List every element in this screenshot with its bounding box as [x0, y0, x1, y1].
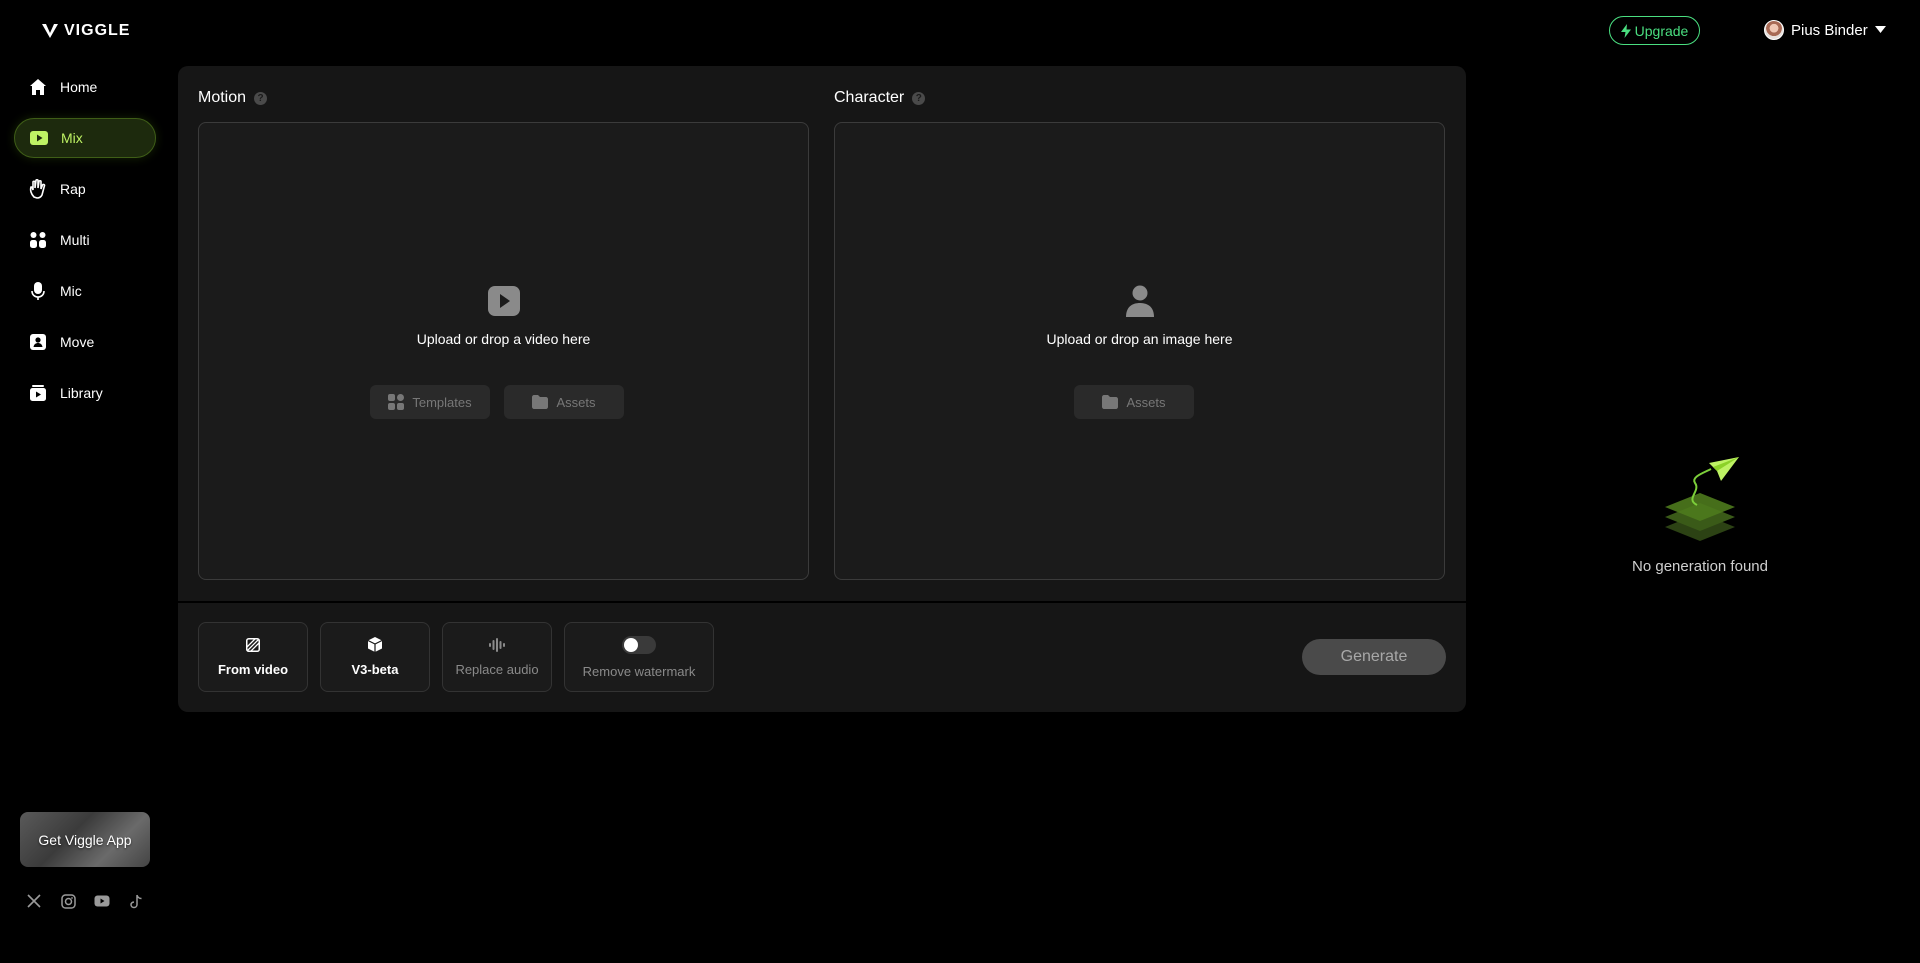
model-select-button[interactable]: V3-beta [320, 622, 430, 692]
remove-watermark-label: Remove watermark [582, 663, 696, 679]
divider [178, 601, 1466, 603]
upgrade-label: Upgrade [1634, 22, 1689, 39]
avatar [1764, 20, 1784, 40]
tiktok-icon[interactable] [126, 891, 146, 911]
generate-button[interactable]: Generate [1302, 639, 1446, 675]
motion-title: Motion [198, 89, 247, 106]
sidebar-item-home[interactable]: Home [14, 67, 156, 107]
sidebar-item-multi[interactable]: Multi [14, 220, 156, 260]
character-title: Character [834, 89, 905, 106]
mic-icon [28, 281, 48, 301]
templates-label: Templates [412, 394, 472, 410]
sidebar-item-move[interactable]: Move [14, 322, 156, 362]
instagram-icon[interactable] [58, 891, 78, 911]
sidebar-item-label: Move [60, 334, 95, 350]
sidebar-item-mix[interactable]: Mix [14, 118, 156, 158]
templates-button[interactable]: Templates [370, 385, 490, 419]
folder-icon [532, 395, 549, 409]
sidebar-item-label: Library [60, 385, 103, 401]
templates-icon [388, 394, 405, 410]
motion-assets-button[interactable]: Assets [504, 385, 624, 419]
no-generation-text: No generation found [1632, 558, 1768, 575]
library-icon [28, 383, 48, 403]
user-name: Pius Binder [1791, 21, 1868, 39]
sidebar-item-label: Multi [60, 232, 90, 248]
video-dropzone[interactable]: Upload or drop a video here Templates As… [198, 122, 809, 580]
remove-watermark-toggle[interactable] [622, 635, 656, 654]
upgrade-button[interactable]: Upgrade [1609, 16, 1700, 45]
move-icon [28, 332, 48, 352]
viggle-logo[interactable]: VIGGLE [42, 22, 130, 40]
sidebar-item-library[interactable]: Library [14, 373, 156, 413]
user-menu[interactable]: Pius Binder [1764, 20, 1886, 40]
character-section-title: Character ? [834, 89, 926, 107]
character-assets-button[interactable]: Assets [1074, 385, 1194, 419]
x-icon[interactable] [24, 891, 44, 911]
help-icon[interactable]: ? [912, 91, 926, 105]
mix-editor-card: Motion ? Character ? Upload or drop a vi… [178, 66, 1466, 712]
multi-icon [28, 230, 48, 250]
assets-label: Assets [1126, 394, 1166, 410]
motion-section-title: Motion ? [198, 89, 268, 107]
social-links [24, 891, 146, 911]
cube-icon [368, 637, 382, 652]
sidebar-item-rap[interactable]: Rap [14, 169, 156, 209]
empty-state: No generation found [1600, 455, 1800, 575]
person-icon [1124, 285, 1156, 317]
folder-icon [1102, 395, 1119, 409]
image-dropzone[interactable]: Upload or drop an image here Assets [834, 122, 1445, 580]
audio-wave-icon [489, 637, 505, 652]
help-icon[interactable]: ? [254, 91, 268, 105]
sidebar-item-label: Home [60, 79, 98, 95]
paper-plane-layers-icon [1665, 457, 1739, 541]
home-icon [28, 77, 48, 97]
remove-watermark-option: Remove watermark [564, 622, 714, 692]
from-video-button[interactable]: From video [198, 622, 308, 692]
sidebar-item-label: Mic [60, 283, 82, 299]
model-label: V3-beta [351, 662, 399, 677]
mix-icon [29, 128, 49, 148]
get-app-label: Get Viggle App [38, 831, 132, 848]
from-video-label: From video [217, 661, 289, 677]
replace-audio-label: Replace audio [455, 661, 539, 677]
video-play-icon [487, 286, 520, 316]
youtube-icon[interactable] [92, 891, 112, 911]
sidebar-item-label: Mix [61, 130, 83, 146]
upload-image-text: Upload or drop an image here [1046, 331, 1233, 347]
brand-name: VIGGLE [64, 22, 131, 39]
striped-square-icon [246, 637, 260, 652]
lightning-icon [1620, 23, 1631, 38]
rap-hand-icon [28, 179, 48, 199]
sidebar-item-label: Rap [60, 181, 86, 197]
replace-audio-button[interactable]: Replace audio [442, 622, 552, 692]
sidebar-item-mic[interactable]: Mic [14, 271, 156, 311]
upload-video-text: Upload or drop a video here [416, 331, 591, 347]
viggle-logo-icon [42, 24, 58, 38]
assets-label: Assets [556, 394, 596, 410]
get-viggle-app-button[interactable]: Get Viggle App [20, 812, 150, 867]
sidebar: Home Mix Rap Multi Mic Move Library [14, 67, 156, 424]
chevron-down-icon [1874, 26, 1886, 33]
